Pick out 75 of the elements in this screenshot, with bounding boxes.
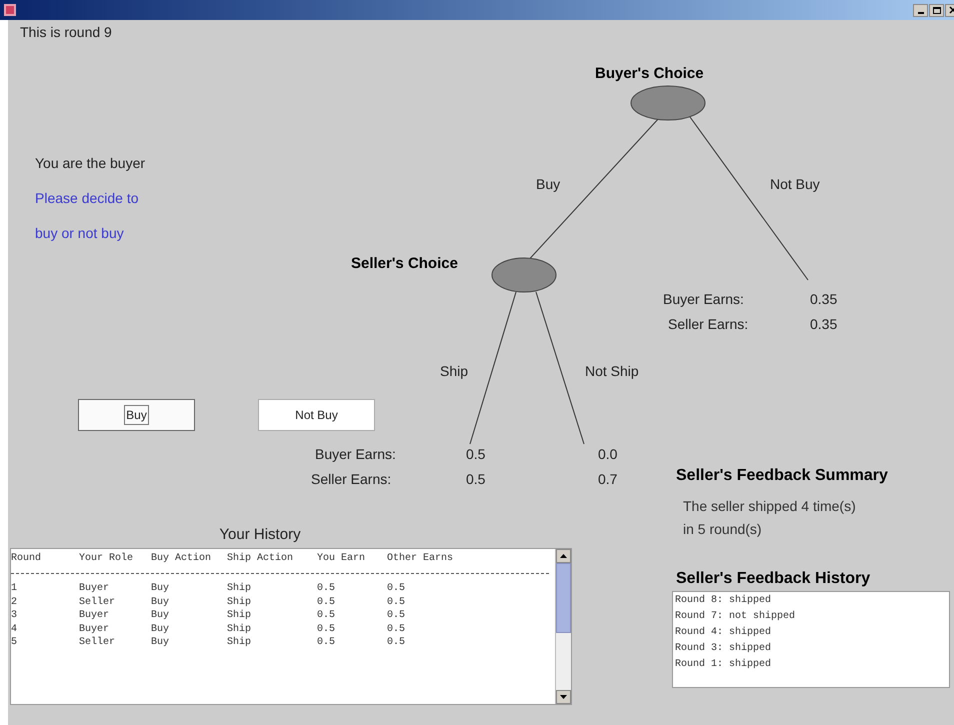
payoff-value: 0.5 — [466, 470, 486, 489]
payoff-value: 0.7 — [598, 470, 618, 489]
scrollbar[interactable] — [555, 548, 571, 704]
node-label: Buyer's Choice — [595, 64, 704, 84]
table-cell-text: 0.5 — [387, 582, 406, 596]
role-text: You are the buyer — [35, 154, 146, 173]
summary-text: The seller shipped 4 time(s) — [683, 497, 857, 516]
column-header: Buy Action — [151, 552, 212, 565]
table-cell-text: 2 — [11, 596, 18, 609]
table-cell-text: Seller — [79, 636, 116, 650]
table-cell-text: Buy — [151, 582, 170, 596]
table-cell-text: Buyer — [79, 609, 110, 622]
table-cell-text: Buyer — [79, 622, 110, 636]
table-cell-text: Buyer — [79, 582, 110, 596]
branch-label: Buy — [536, 175, 560, 194]
choice-button[interactable]: Not Buy — [258, 399, 375, 431]
table-cell-text: 3 — [11, 609, 18, 622]
table-cell-text: Seller — [79, 596, 116, 609]
table-cell-text: 0.5 — [317, 636, 336, 650]
up-arrow-icon — [560, 554, 567, 558]
choice-button[interactable]: Buy — [78, 399, 195, 431]
payoff-value: 0.0 — [598, 445, 618, 464]
table-cell-text: Buy — [151, 622, 170, 636]
column-header: Your Role — [79, 552, 134, 565]
payoff-label: Seller Earns: — [311, 470, 392, 489]
app-icon — [3, 3, 17, 17]
feedback-entry: Round 7: not shipped — [675, 610, 796, 624]
payoff-value: 0.35 — [810, 290, 838, 309]
table-cell-text: 1 — [11, 582, 18, 596]
payoff-label: Buyer Earns: — [315, 445, 396, 464]
summary-text: in 5 round(s) — [683, 520, 763, 539]
payoff-value: 0.5 — [466, 445, 486, 464]
instruction-text: Please decide to — [35, 189, 139, 208]
table-cell-text: Ship — [227, 582, 252, 596]
down-arrow-icon — [560, 694, 567, 698]
payoff-label: Buyer Earns: — [663, 290, 744, 309]
table-cell-text: 5 — [11, 636, 18, 650]
table-cell-text: Ship — [227, 622, 252, 636]
table-cell-text: 0.5 — [317, 596, 336, 609]
table-cell-text: 0.5 — [387, 609, 406, 622]
column-header: Ship Action — [227, 552, 294, 565]
table-cell-text: Ship — [227, 636, 252, 650]
feedback-entry: Round 3: shipped — [675, 642, 772, 656]
round-label: This is round 9 — [20, 23, 112, 42]
instruction-text: buy or not buy — [35, 224, 124, 243]
branch-label: Ship — [440, 362, 468, 381]
column-header: Other Earns — [387, 552, 454, 565]
column-header: You Earn — [317, 552, 366, 565]
summary-title: Seller's Feedback Summary — [676, 466, 889, 486]
feedback-entry: Round 1: shipped — [675, 658, 772, 672]
table-cell-text: 4 — [11, 622, 18, 636]
node-label: Seller's Choice — [351, 254, 458, 274]
table-cell-text: 0.5 — [317, 609, 336, 622]
maximize-button[interactable] — [929, 4, 944, 16]
payoff-label: Seller Earns: — [668, 315, 748, 334]
table-cell-text: Buy — [151, 636, 170, 650]
column-header: Round — [11, 552, 42, 565]
feedback-entry: Round 4: shipped — [675, 626, 772, 640]
table-cell-text: 0.5 — [317, 622, 336, 636]
payoff-value: 0.35 — [810, 315, 838, 334]
branch-label: Not Ship — [585, 362, 639, 381]
table-cell-text: 0.5 — [387, 622, 406, 636]
table-cell-text: Buy — [151, 596, 170, 609]
table-cell-text: 0.5 — [387, 596, 406, 609]
table-cell-text: Ship — [227, 596, 252, 609]
feedback-history-title: Seller's Feedback History — [676, 569, 872, 589]
table-cell-text: 0.5 — [317, 582, 336, 596]
branch-label: Not Buy — [770, 175, 820, 194]
minimize-button[interactable] — [913, 4, 928, 16]
decision-node — [492, 258, 556, 292]
table-cell-text: Ship — [227, 609, 252, 622]
history-title: Your History — [219, 525, 301, 545]
table-cell-text: 0.5 — [387, 636, 406, 650]
feedback-entry: Round 8: shipped — [675, 594, 772, 608]
table-cell-text: Buy — [151, 609, 170, 622]
